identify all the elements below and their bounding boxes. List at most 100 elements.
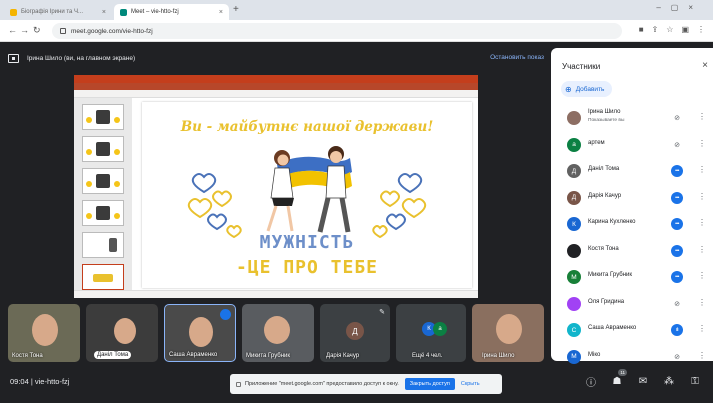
- more-options-icon[interactable]: ⋮: [698, 271, 706, 280]
- participant-name: Міко: [588, 351, 601, 358]
- meeting-controls: ⓘ ☗ 11 ✉ ⁂ ⚿: [585, 369, 701, 389]
- participant-row[interactable]: а артем ⊘ ⋮: [551, 132, 713, 159]
- close-tab-icon[interactable]: ×: [219, 9, 223, 16]
- close-tab-icon[interactable]: ×: [102, 9, 106, 16]
- avatar: а: [567, 137, 581, 152]
- avatar: Д: [346, 322, 364, 340]
- more-options-icon[interactable]: ⋮: [698, 165, 706, 174]
- participant-video: [32, 314, 58, 346]
- participant-row[interactable]: Ірина Шило Показываете вы ⊘ ⋮: [551, 105, 713, 132]
- mic-off-icon[interactable]: ⊘: [671, 351, 683, 363]
- ppt-titlebar: [74, 75, 478, 83]
- chat-icon[interactable]: ✉: [637, 375, 649, 387]
- avatar: М: [567, 270, 581, 284]
- activities-icon[interactable]: ⁂: [663, 375, 675, 387]
- stop-sharing-button[interactable]: Закрыть доступ: [404, 378, 455, 390]
- menu-icon[interactable]: ⋮: [697, 25, 705, 34]
- url-field[interactable]: meet.google.com/vie-htto-fzj: [52, 23, 622, 39]
- hide-notice-button[interactable]: Скрыть: [461, 381, 480, 387]
- more-options-icon[interactable]: ⋮: [698, 192, 706, 201]
- participant-tile[interactable]: Ірина Шило: [472, 304, 544, 362]
- participant-video: [114, 318, 136, 344]
- participant-row[interactable]: Д Даніл Тома ••• ⋮: [551, 158, 713, 185]
- participant-row[interactable]: М Микита Грубник ••• ⋮: [551, 264, 713, 291]
- mic-off-icon[interactable]: ⊘: [671, 298, 683, 310]
- slide-thumbnail[interactable]: [82, 232, 124, 258]
- more-options-icon[interactable]: ⋮: [698, 351, 706, 360]
- people-icon[interactable]: ☗ 11: [611, 369, 627, 387]
- presenter-bar: Ірина Шило (ви, на главном экране) Остан…: [8, 48, 544, 68]
- slide-thumbnail-selected[interactable]: [82, 264, 124, 290]
- slide-thumbnail[interactable]: [82, 168, 124, 194]
- new-tab-button[interactable]: +: [233, 4, 239, 15]
- participant-name: Костя Тона: [588, 245, 619, 252]
- audio-level-icon[interactable]: •••: [671, 191, 683, 204]
- participant-tile[interactable]: ✎ Д Дарія Качур: [320, 304, 390, 362]
- presenter-text: Ірина Шило (ви, на главном экране): [27, 54, 136, 62]
- participant-row[interactable]: Д Дарія Качур ••• ⋮: [551, 185, 713, 212]
- avatar: [567, 243, 581, 258]
- info-icon[interactable]: ⓘ: [585, 375, 597, 389]
- avatar: К: [567, 217, 581, 231]
- notice-text: Приложение "meet.google.com" предоставил…: [245, 381, 399, 387]
- tile-name: Дарія Качур: [326, 353, 360, 359]
- bottom-bar: 09:04 | vie-htto-fzj Приложение "meet.go…: [0, 367, 713, 403]
- participant-row[interactable]: С Саша Авраменко ılı ⋮: [551, 317, 713, 344]
- window-controls[interactable]: –▢×: [656, 3, 703, 12]
- slide-thumbnail[interactable]: [82, 136, 124, 162]
- tile-name: Даніл Тома: [94, 351, 132, 359]
- participant-list: Ірина Шило Показываете вы ⊘ ⋮ а артем ⊘ …: [551, 105, 713, 370]
- close-icon[interactable]: ×: [702, 60, 708, 71]
- forward-icon[interactable]: →: [20, 25, 29, 35]
- camera-icon[interactable]: ■: [639, 25, 644, 34]
- audio-level-icon[interactable]: •••: [671, 271, 683, 283]
- speaking-indicator-icon[interactable]: ılı: [671, 324, 683, 336]
- participant-tile-pinned[interactable]: Саша Авраменко: [164, 304, 236, 362]
- pin-off-icon[interactable]: ⊘: [671, 112, 683, 124]
- tab-favicon-icon: [10, 8, 17, 16]
- participant-row[interactable]: Костя Тона ••• ⋮: [551, 238, 713, 265]
- avatar: Д: [567, 164, 581, 178]
- speaking-indicator-icon: [220, 309, 231, 320]
- participant-row[interactable]: К Карина Кухленко ••• ⋮: [551, 211, 713, 238]
- more-options-icon[interactable]: ⋮: [698, 245, 706, 254]
- participant-name: Ірина Шило: [588, 109, 621, 115]
- participant-name: артем: [588, 139, 605, 146]
- avatar: М: [567, 349, 581, 364]
- participant-tile[interactable]: Микита Грубник: [242, 304, 314, 362]
- lock-icon[interactable]: ⚿: [689, 375, 701, 387]
- share-icon[interactable]: ⇪: [652, 25, 659, 34]
- more-options-icon[interactable]: ⋮: [698, 298, 706, 307]
- audio-level-icon[interactable]: •••: [671, 244, 683, 257]
- add-people-button[interactable]: ⊕ Добавить: [561, 81, 613, 97]
- current-slide: Ви - майбутнє нашої держави! МУЖНІСТЬ -Ц…: [142, 102, 472, 288]
- more-options-icon[interactable]: ⋮: [698, 112, 706, 121]
- browser-tab-1[interactable]: Біографія Ірини та Ч... ×: [4, 4, 112, 20]
- lock-icon: [60, 28, 66, 34]
- more-options-icon[interactable]: ⋮: [698, 324, 706, 333]
- participant-name: Саша Авраменко: [588, 325, 637, 331]
- more-options-icon[interactable]: ⋮: [698, 139, 706, 148]
- participant-tile[interactable]: Даніл Тома: [86, 304, 158, 362]
- screen-share-notice: Приложение "meet.google.com" предоставил…: [230, 374, 502, 394]
- tab-label: Біографія Ірини та Ч...: [21, 9, 84, 15]
- back-icon[interactable]: ←: [8, 25, 17, 35]
- avatar: а: [433, 322, 447, 336]
- stop-presenting-button[interactable]: Остановить показ: [490, 54, 544, 61]
- reload-icon[interactable]: ↻: [33, 25, 41, 36]
- participant-row[interactable]: М Міко ⊘ ⋮: [551, 344, 713, 371]
- audio-level-icon[interactable]: •••: [671, 165, 683, 177]
- participant-row[interactable]: Оля Гридина ⊘ ⋮: [551, 291, 713, 318]
- mic-off-icon[interactable]: ⊘: [671, 139, 683, 151]
- browser-tab-2[interactable]: Meet – vie-htto-fzj ×: [114, 4, 229, 20]
- more-options-icon[interactable]: ⋮: [698, 218, 706, 227]
- slide-thumbnail[interactable]: [82, 104, 124, 130]
- star-icon[interactable]: ☆: [666, 25, 673, 34]
- participant-tile[interactable]: Костя Тона: [8, 304, 80, 362]
- more-participants-tile[interactable]: К а Ещё 4 чел.: [396, 304, 466, 362]
- extension-icon[interactable]: ▣: [681, 25, 689, 34]
- audio-level-icon[interactable]: •••: [671, 218, 683, 230]
- slide-thumbnail[interactable]: [82, 200, 124, 226]
- browser-toolbar-icons: ■ ⇪ ☆ ▣ ⋮: [639, 25, 705, 34]
- participant-name: Оля Гридина: [588, 298, 625, 305]
